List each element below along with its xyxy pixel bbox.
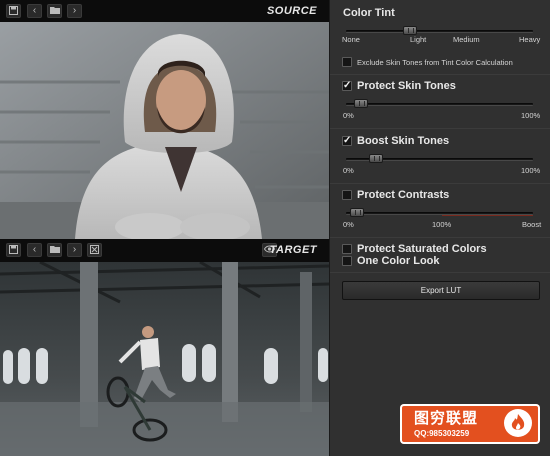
divider [330,272,550,273]
target-image [0,262,329,456]
settings-panel: Color Tint Light None Medium Heavy Exclu… [329,0,550,456]
color-tint-title: Color Tint [343,7,395,19]
exclude-skin-label: Exclude Skin Tones from Tint Color Calcu… [357,58,513,67]
protect-contrasts-slider-handle[interactable] [350,208,365,217]
color-tint-slider-handle[interactable] [402,26,417,35]
chevron-left-icon[interactable]: ‹ [27,4,42,18]
chevron-right-icon[interactable]: › [67,4,82,18]
tint-label-heavy: Heavy [519,35,541,44]
image-viewer: ‹ › SOURCE ‹ › TARGET [0,0,329,456]
boost-skin-label: Boost Skin Tones [357,135,450,147]
divider [330,237,550,238]
chevron-right-icon[interactable]: › [67,243,82,257]
boost-range-indicator [442,215,533,216]
protect-contrasts-checkbox[interactable] [342,190,352,200]
tint-label-none: None [342,35,360,44]
one-color-look-checkbox[interactable] [342,256,352,266]
protect-skin-label: Protect Skin Tones [357,80,456,92]
protect-skin-min: 0% [343,111,354,120]
tint-label-medium: Medium [453,35,480,44]
watermark-title: 图穷联盟 [414,410,479,427]
target-label: TARGET [269,244,317,256]
divider [330,128,550,129]
divider [330,74,550,75]
chevron-left-icon[interactable]: ‹ [27,243,42,257]
export-lut-button[interactable]: Export LUT [342,281,540,300]
protect-contrasts-min: 0% [343,220,354,229]
save-icon[interactable] [6,4,21,18]
protect-saturated-label: Protect Saturated Colors [357,243,487,255]
protect-saturated-checkbox[interactable] [342,244,352,254]
color-finale-window: ‹ › SOURCE ‹ › TARGET Color Tint Light N… [0,0,550,456]
protect-contrasts-max: Boost [522,220,542,229]
source-image [0,22,329,239]
watermark-contact: QQ:985303259 [414,429,470,438]
boost-skin-min: 0% [343,166,354,175]
protect-skin-checkbox[interactable]: ✓ [342,81,352,91]
boost-skin-slider-handle[interactable] [368,154,383,163]
save-icon[interactable] [6,243,21,257]
one-color-look-label: One Color Look [357,255,440,267]
flame-logo-icon [504,409,532,437]
watermark: 图穷联盟 QQ:985303259 [400,404,540,444]
protect-skin-slider-handle[interactable] [353,99,368,108]
source-toolbar: ‹ › SOURCE [0,0,329,22]
boost-skin-max: 100% [521,166,541,175]
target-toolbar: ‹ › TARGET [0,239,329,262]
divider [330,183,550,184]
protect-contrasts-mid: 100% [432,220,452,229]
folder-icon[interactable] [47,4,62,18]
export-image-icon[interactable] [87,243,102,257]
folder-icon[interactable] [47,243,62,257]
exclude-skin-checkbox[interactable] [342,57,352,67]
protect-contrasts-label: Protect Contrasts [357,189,450,201]
color-tint-track[interactable] [346,30,533,33]
boost-skin-checkbox[interactable]: ✓ [342,136,352,146]
source-label: SOURCE [266,5,317,17]
protect-skin-max: 100% [521,111,541,120]
protect-skin-track[interactable] [346,103,533,106]
tint-label-light: Light [410,35,427,44]
